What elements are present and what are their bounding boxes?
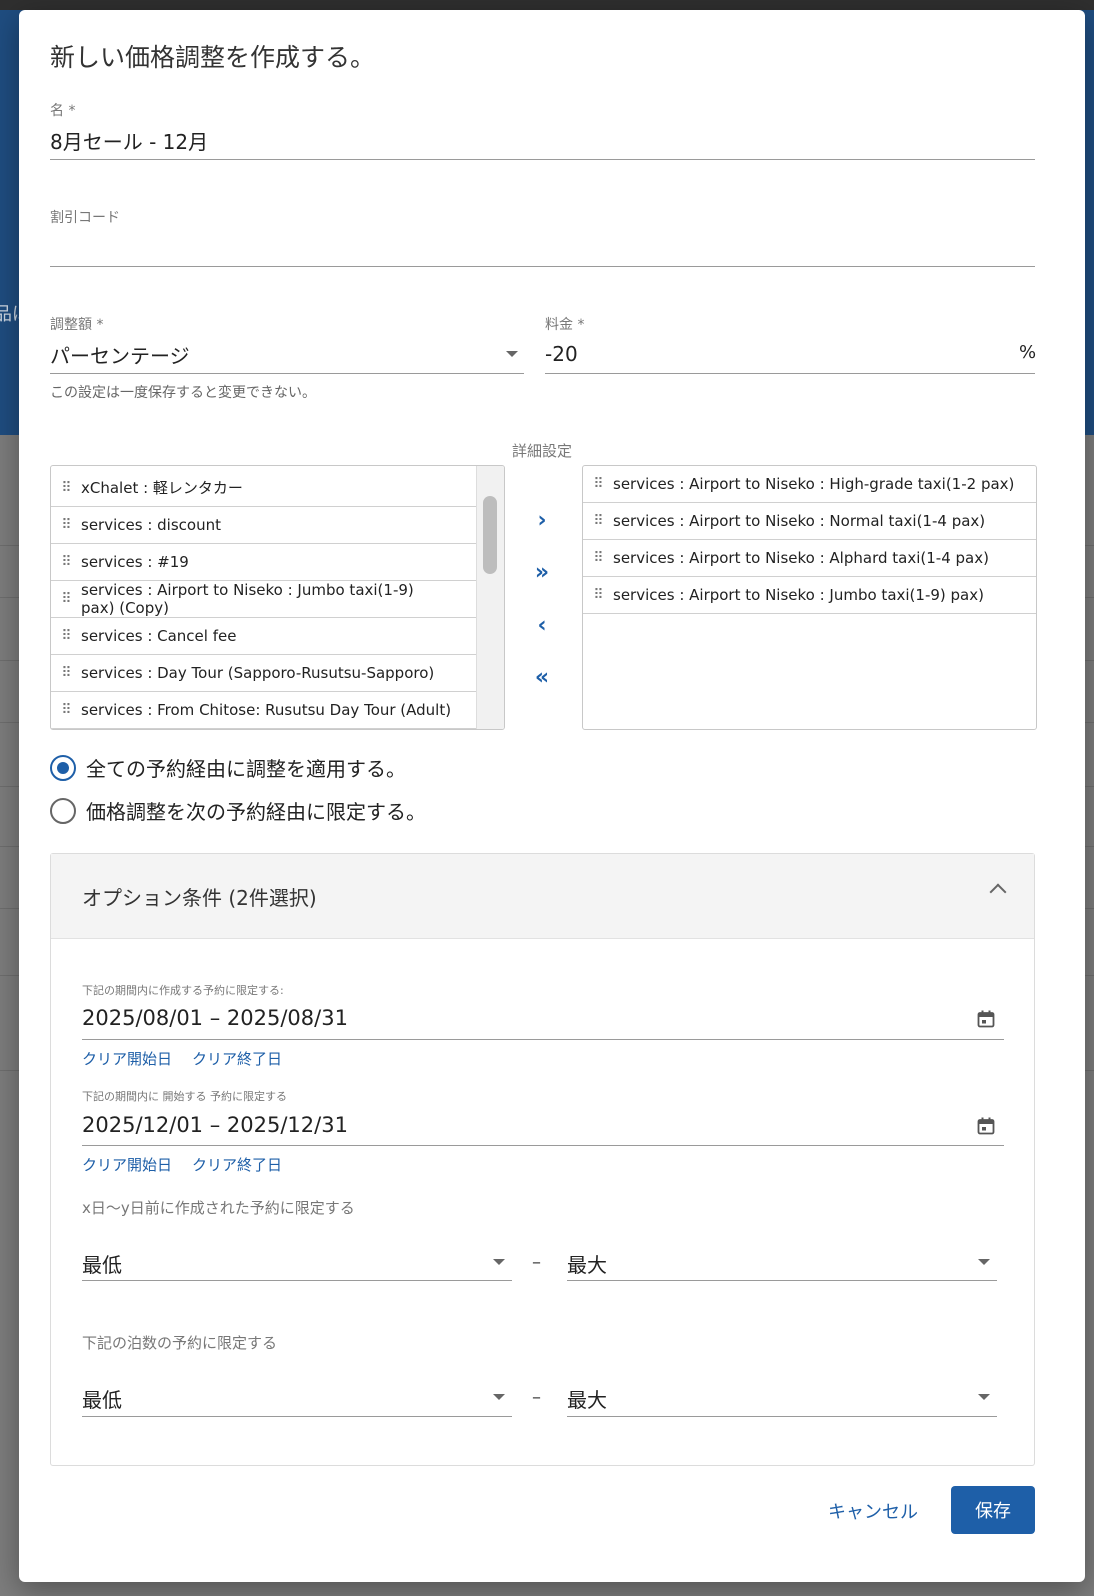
- options-panel-header[interactable]: オプション条件 (2件選択): [51, 854, 1034, 939]
- percent-suffix: %: [1019, 342, 1037, 363]
- scrollbar-thumb[interactable]: [483, 496, 497, 574]
- rate-underline: [545, 373, 1035, 374]
- radio-all-channels[interactable]: 全ての予約経由に調整を適用する。: [50, 753, 406, 782]
- range-separator: –: [532, 1387, 541, 1408]
- chevron-down-icon: [493, 1394, 505, 1400]
- days-before-min-select[interactable]: 最低: [82, 1249, 512, 1278]
- drag-handle-icon[interactable]: ⠿: [583, 476, 613, 492]
- calendar-icon[interactable]: [977, 1010, 995, 1028]
- name-input[interactable]: 8月セール - 12月: [50, 126, 208, 155]
- clear-end-date-link[interactable]: クリア終了日: [192, 1154, 282, 1175]
- rate-input[interactable]: -20: [545, 342, 985, 366]
- radio-limited-channels[interactable]: 価格調整を次の予約経由に限定する。: [50, 796, 426, 825]
- available-items-list: ⠿ xChalet : 軽レンタカー ⠿ services : discount ⠿…: [50, 465, 505, 730]
- cancel-button[interactable]: キャンセル: [828, 1498, 918, 1524]
- days-before-label: x日〜y日前に作成された予約に限定する: [82, 1199, 355, 1217]
- rate-label: 料金 *: [545, 317, 585, 333]
- days-before-min-underline: [82, 1280, 512, 1281]
- list-item[interactable]: ⠿ services : Airport to Niseko : Jumbo ta…: [583, 577, 1036, 614]
- move-all-right-button[interactable]: »: [522, 552, 562, 592]
- nights-label: 下記の泊数の予約に限定する: [82, 1334, 278, 1352]
- chevron-down-icon: [978, 1394, 990, 1400]
- list-scrollbar[interactable]: [476, 466, 504, 729]
- nights-min-underline: [82, 1416, 512, 1417]
- selected-items-list: ⠿ services : Airport to Niseko : High-gra…: [582, 465, 1037, 730]
- advanced-settings-title: 詳細設定: [512, 442, 573, 460]
- drag-handle-icon[interactable]: ⠿: [583, 513, 613, 529]
- app-topbar: [0, 0, 1094, 10]
- discount-code-underline: [50, 266, 1035, 267]
- drag-handle-icon[interactable]: ⠿: [583, 550, 613, 566]
- list-item[interactable]: ⠿ services : Day Tour (Sapporo-Rusutsu-Sa…: [51, 655, 477, 692]
- drag-handle-icon[interactable]: ⠿: [583, 587, 613, 603]
- calendar-icon[interactable]: [977, 1117, 995, 1135]
- adjustment-type-label: 調整額 *: [50, 317, 104, 333]
- days-before-max-select[interactable]: 最大: [567, 1249, 997, 1278]
- range-separator: –: [532, 1252, 541, 1273]
- clear-start-date-link[interactable]: クリア開始日: [82, 1154, 172, 1175]
- list-item[interactable]: ⠿ services : Airport to Niseko : Normal t…: [583, 503, 1036, 540]
- clear-end-date-link[interactable]: クリア終了日: [192, 1048, 282, 1069]
- list-item[interactable]: ⠿ services : discount: [51, 507, 477, 544]
- discount-code-label: 割引コード: [50, 210, 120, 226]
- name-label: 名 *: [50, 103, 76, 119]
- chevron-down-icon: [493, 1259, 505, 1265]
- move-right-button[interactable]: ›: [522, 500, 562, 540]
- options-panel-title: オプション条件 (2件選択): [82, 886, 317, 910]
- start-range-underline: [82, 1145, 1004, 1146]
- list-item[interactable]: ⠿ services : Airport to Niseko : High-gra…: [583, 466, 1036, 503]
- save-button[interactable]: 保存: [951, 1486, 1035, 1534]
- adjustment-type-hint: この設定は一度保存すると変更できない。: [50, 385, 316, 401]
- nights-max-select[interactable]: 最大: [567, 1384, 997, 1413]
- radio-unchecked-icon[interactable]: [50, 797, 76, 824]
- drag-handle-icon[interactable]: ⠿: [51, 554, 81, 570]
- discount-code-input[interactable]: [50, 234, 1035, 264]
- list-item[interactable]: ⠿ services : Airport to Niseko : Alphard …: [583, 540, 1036, 577]
- drag-handle-icon[interactable]: ⠿: [51, 665, 81, 681]
- chevron-down-icon: [978, 1259, 990, 1265]
- drag-handle-icon[interactable]: ⠿: [51, 517, 81, 533]
- created-range-input[interactable]: 2025/08/01 – 2025/08/31: [82, 1006, 972, 1030]
- chevron-up-icon[interactable]: [989, 883, 1007, 901]
- nights-min-select[interactable]: 最低: [82, 1384, 512, 1413]
- adjustment-type-select[interactable]: パーセンテージ: [50, 340, 524, 369]
- start-range-label: 下記の期間内に 開始する 予約に限定する: [82, 1090, 287, 1103]
- list-item[interactable]: ⠿ services : #19: [51, 544, 477, 581]
- list-item[interactable]: ⠿ services : Airport to Niseko : Jumbo ta…: [51, 581, 477, 618]
- drag-handle-icon[interactable]: ⠿: [51, 480, 81, 496]
- create-adjustment-dialog: 新しい価格調整を作成する。 名 * 8月セール - 12月 割引コード 調整額 …: [19, 10, 1085, 1582]
- adjustment-type-underline: [50, 373, 524, 374]
- created-range-underline: [82, 1039, 1004, 1040]
- radio-checked-icon[interactable]: [50, 754, 76, 781]
- name-underline: [50, 159, 1035, 160]
- clear-start-date-link[interactable]: クリア開始日: [82, 1048, 172, 1069]
- move-left-button[interactable]: ‹: [522, 605, 562, 645]
- list-item[interactable]: ⠿ services : From Chitose: Rusutsu Day To…: [51, 692, 477, 729]
- days-before-max-underline: [567, 1280, 997, 1281]
- drag-handle-icon[interactable]: ⠿: [51, 702, 81, 718]
- list-item[interactable]: ⠿ xChalet : 軽レンタカー: [51, 470, 477, 507]
- options-panel: オプション条件 (2件選択) 下記の期間内に作成する予約に限定する: 2025/…: [50, 853, 1035, 1466]
- move-all-left-button[interactable]: «: [522, 657, 562, 697]
- created-range-label: 下記の期間内に作成する予約に限定する:: [82, 984, 284, 997]
- start-range-input[interactable]: 2025/12/01 – 2025/12/31: [82, 1113, 972, 1137]
- chevron-down-icon: [506, 351, 518, 357]
- drag-handle-icon[interactable]: ⠿: [51, 591, 81, 607]
- list-item[interactable]: ⠿ services : Cancel fee: [51, 618, 477, 655]
- dialog-title: 新しい価格調整を作成する。: [50, 43, 376, 72]
- drag-handle-icon[interactable]: ⠿: [51, 628, 81, 644]
- nights-max-underline: [567, 1416, 997, 1417]
